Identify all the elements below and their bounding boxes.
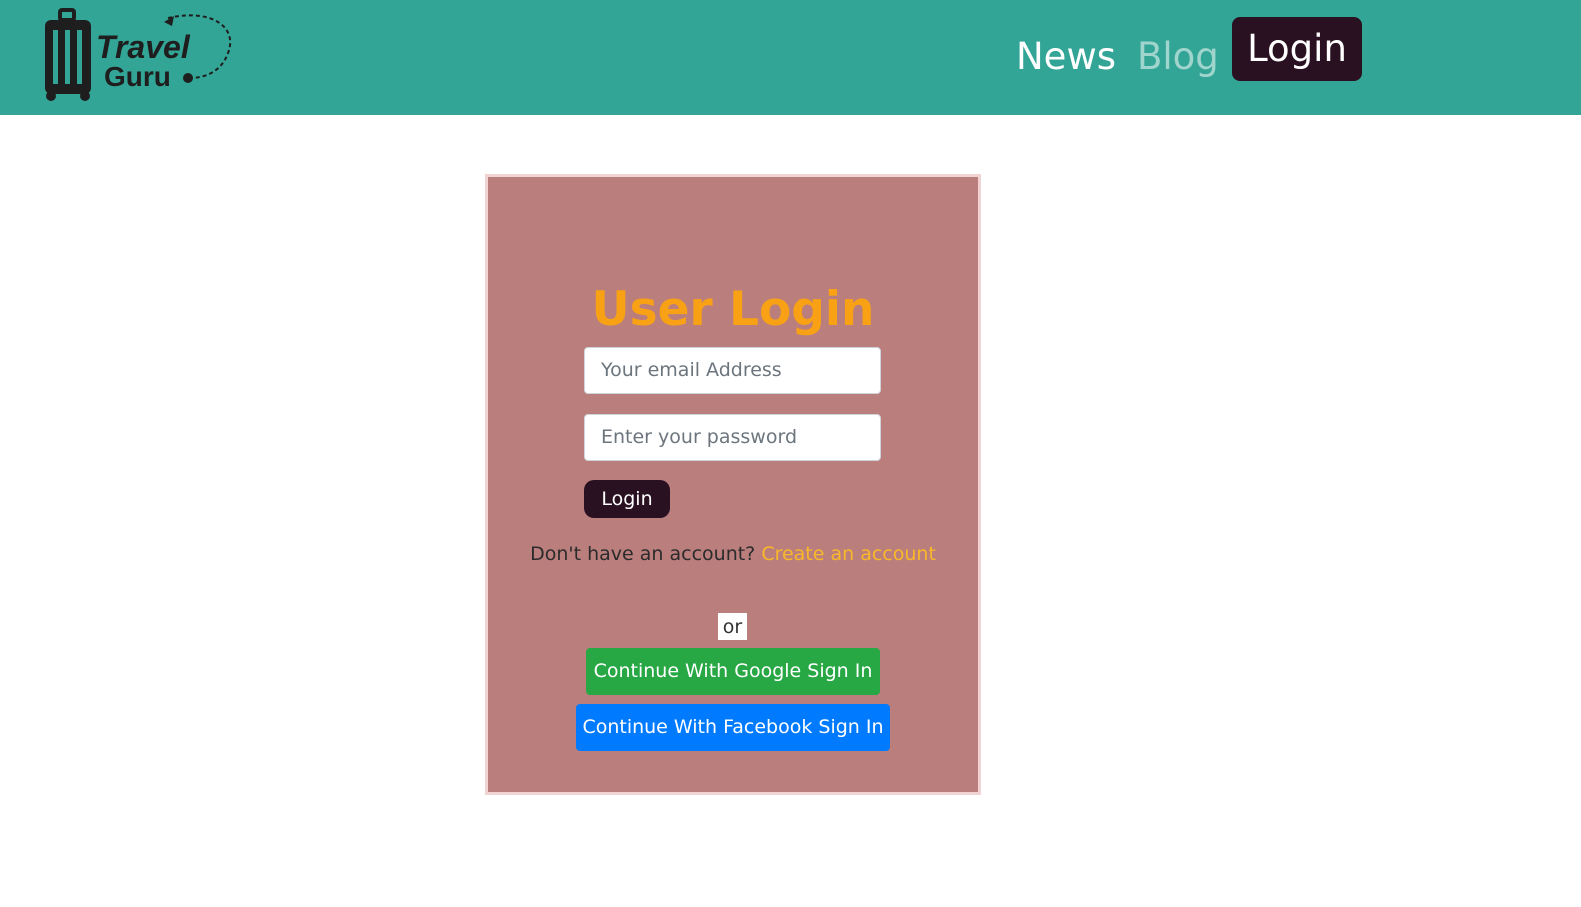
facebook-sign-in-button[interactable]: Continue With Facebook Sign In bbox=[576, 704, 890, 751]
navbar: Travel Guru News Blog Login bbox=[0, 0, 1581, 115]
or-divider: or bbox=[718, 613, 747, 640]
password-input[interactable]: Enter your password bbox=[584, 414, 881, 461]
logo-text-line1: Travel bbox=[96, 29, 191, 65]
suitcase-icon: Travel Guru bbox=[45, 8, 232, 101]
nav-link-blog[interactable]: Blog bbox=[1137, 32, 1219, 82]
nav-link-news[interactable]: News bbox=[1016, 32, 1116, 82]
nav-login-button[interactable]: Login bbox=[1232, 17, 1362, 81]
google-sign-in-button[interactable]: Continue With Google Sign In bbox=[586, 648, 880, 695]
no-account-text: Don't have an account? bbox=[530, 543, 762, 565]
login-title: User Login bbox=[591, 282, 875, 337]
account-prompt: Don't have an account? Create an account bbox=[488, 540, 978, 568]
login-submit-button[interactable]: Login bbox=[584, 480, 670, 518]
create-account-link[interactable]: Create an account bbox=[761, 543, 936, 565]
travel-guru-logo[interactable]: Travel Guru bbox=[38, 8, 238, 104]
login-card bbox=[485, 174, 981, 795]
email-input[interactable]: Your email Address bbox=[584, 347, 881, 394]
logo-text-line2: Guru bbox=[104, 61, 171, 92]
